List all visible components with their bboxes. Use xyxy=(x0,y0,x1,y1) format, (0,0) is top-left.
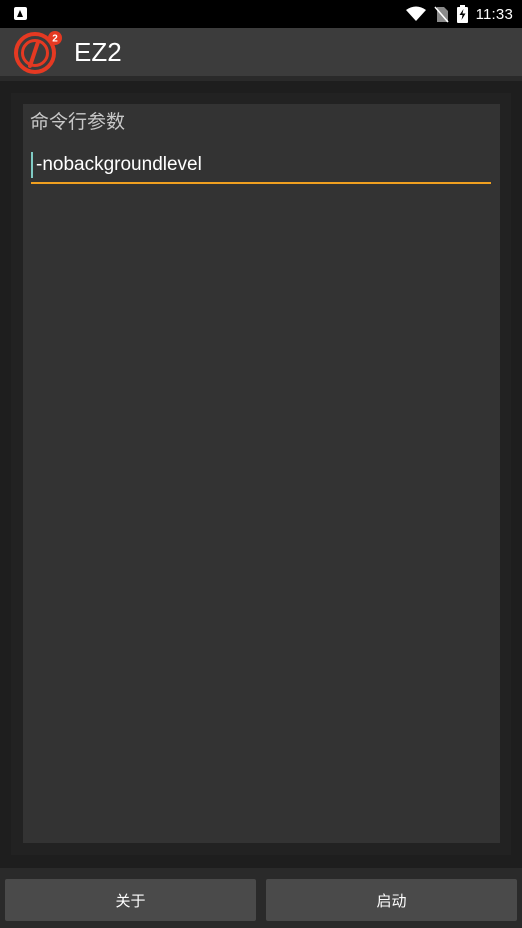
start-button[interactable]: 启动 xyxy=(266,879,517,921)
app-bar: 2 EZ2 xyxy=(0,28,522,76)
command-line-args-value: -nobackgroundlevel xyxy=(36,154,202,175)
logo-badge: 2 xyxy=(52,34,58,45)
status-time: 11:33 xyxy=(475,5,513,23)
app-notification-icon xyxy=(14,7,27,20)
content-panel xyxy=(23,104,500,843)
text-caret xyxy=(31,152,33,178)
battery-charging-icon xyxy=(456,5,468,23)
app-bar-divider xyxy=(0,76,522,81)
wifi-icon xyxy=(405,6,426,21)
ez2-logo-icon: 2 xyxy=(14,31,62,74)
no-sim-icon xyxy=(433,5,449,23)
about-button[interactable]: 关于 xyxy=(5,879,256,921)
status-bar: 11:33 xyxy=(0,0,522,28)
command-line-args-input[interactable]: -nobackgroundlevel xyxy=(31,150,491,184)
app-title: EZ2 xyxy=(74,37,122,67)
status-icons: 11:33 xyxy=(405,0,513,28)
command-line-args-label: 命令行参数 xyxy=(30,112,126,133)
